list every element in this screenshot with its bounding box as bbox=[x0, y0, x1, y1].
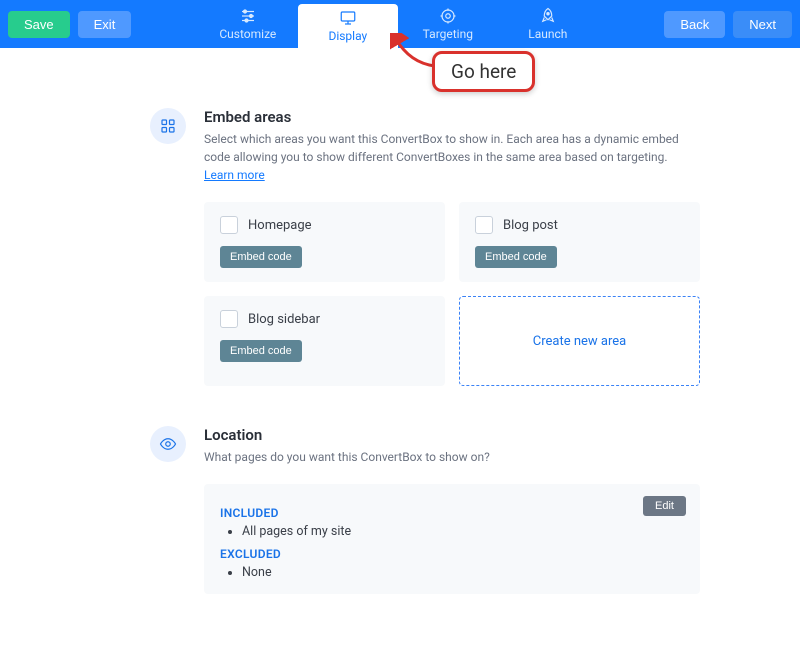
step-label: Display bbox=[328, 29, 367, 43]
embed-code-button[interactable]: Embed code bbox=[220, 340, 302, 362]
area-label: Homepage bbox=[248, 218, 312, 233]
embed-code-button[interactable]: Embed code bbox=[220, 246, 302, 268]
save-button[interactable]: Save bbox=[8, 11, 70, 38]
step-label: Customize bbox=[219, 27, 276, 41]
create-new-area-button[interactable]: Create new area bbox=[459, 296, 700, 386]
excluded-item: None bbox=[242, 565, 684, 580]
embed-areas-title: Embed areas bbox=[204, 108, 700, 126]
target-icon bbox=[439, 7, 457, 25]
embed-code-button[interactable]: Embed code bbox=[475, 246, 557, 268]
step-launch[interactable]: Launch bbox=[498, 0, 598, 48]
learn-more-link[interactable]: Learn more bbox=[204, 168, 265, 182]
edit-button[interactable]: Edit bbox=[643, 496, 686, 516]
embed-areas-desc: Select which areas you want this Convert… bbox=[204, 130, 700, 184]
location-title: Location bbox=[204, 426, 700, 444]
eye-icon bbox=[150, 426, 186, 462]
excluded-header: EXCLUDED bbox=[220, 547, 684, 561]
next-button[interactable]: Next bbox=[733, 11, 792, 38]
step-customize[interactable]: Customize bbox=[198, 0, 298, 48]
monitor-icon bbox=[339, 9, 357, 27]
included-header: INCLUDED bbox=[220, 506, 684, 520]
area-checkbox[interactable] bbox=[220, 216, 238, 234]
embed-areas-section: Embed areas Select which areas you want … bbox=[150, 108, 700, 386]
included-item: All pages of my site bbox=[242, 524, 684, 539]
step-display[interactable]: Display bbox=[298, 4, 398, 48]
sliders-icon bbox=[239, 7, 257, 25]
grid-icon bbox=[150, 108, 186, 144]
exit-button[interactable]: Exit bbox=[78, 11, 132, 38]
area-label: Blog sidebar bbox=[248, 312, 320, 327]
area-card-blog-sidebar: Blog sidebar Embed code bbox=[204, 296, 445, 386]
area-checkbox[interactable] bbox=[220, 310, 238, 328]
area-checkbox[interactable] bbox=[475, 216, 493, 234]
location-section: Location What pages do you want this Con… bbox=[150, 426, 700, 594]
location-box: Edit INCLUDED All pages of my site EXCLU… bbox=[204, 484, 700, 594]
rocket-icon bbox=[539, 7, 557, 25]
area-card-homepage: Homepage Embed code bbox=[204, 202, 445, 282]
area-label: Blog post bbox=[503, 218, 558, 233]
annotation-callout: Go here bbox=[432, 51, 535, 92]
location-desc: What pages do you want this ConvertBox t… bbox=[204, 448, 700, 466]
area-card-blog-post: Blog post Embed code bbox=[459, 202, 700, 282]
back-button[interactable]: Back bbox=[664, 11, 725, 38]
step-label: Launch bbox=[528, 27, 567, 41]
